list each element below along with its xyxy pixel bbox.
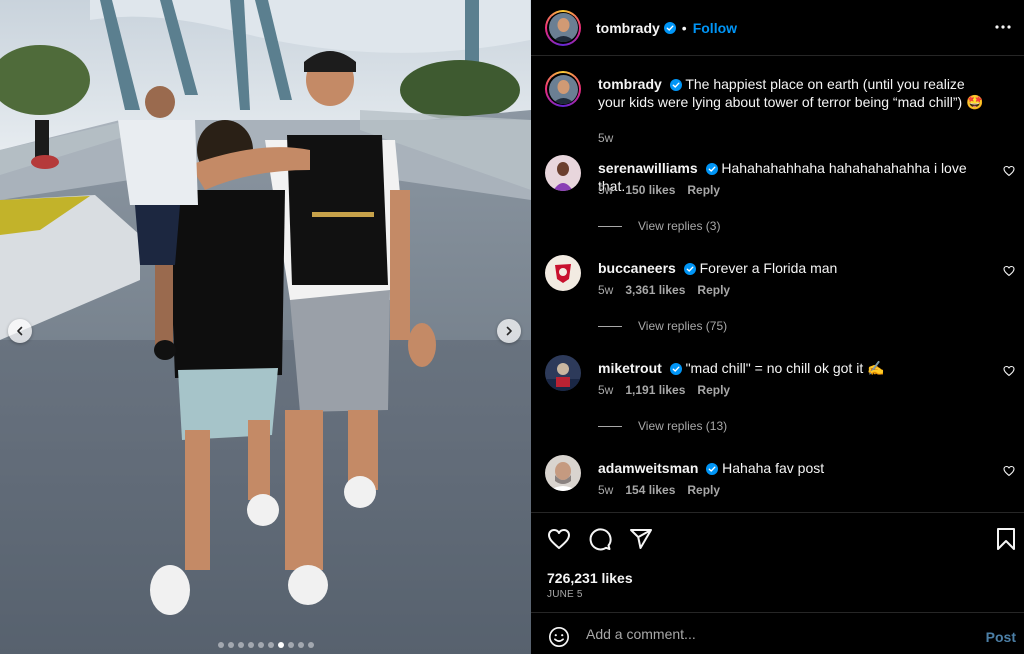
post-date[interactable]: JUNE 5	[547, 589, 583, 600]
share-icon[interactable]	[629, 527, 653, 551]
like-icon[interactable]	[547, 527, 571, 551]
commenter-avatar[interactable]	[545, 155, 581, 191]
carousel-prev-button[interactable]	[8, 319, 32, 343]
comment-body: miketrout "mad chill" = no chill ok got …	[598, 359, 988, 377]
comment-like-icon[interactable]	[1003, 165, 1015, 177]
caption-avatar[interactable]	[545, 71, 581, 107]
comment-username[interactable]: adamweitsman	[598, 460, 698, 476]
commenter-avatar[interactable]	[545, 355, 581, 391]
more-options-icon[interactable]	[994, 18, 1012, 36]
view-replies-button[interactable]: View replies (75)	[598, 319, 727, 333]
verified-badge-icon	[669, 363, 682, 375]
view-replies-button[interactable]: View replies (13)	[598, 419, 727, 433]
comment-text: Forever a Florida man	[699, 260, 838, 276]
author-avatar[interactable]	[545, 9, 581, 46]
carousel-dot	[247, 642, 254, 648]
verified-badge-icon	[669, 79, 682, 91]
verified-badge-icon	[683, 263, 696, 275]
carousel-dot	[227, 642, 234, 648]
commenter-avatar[interactable]	[545, 255, 581, 291]
commenter-avatar[interactable]	[545, 455, 581, 491]
carousel-dot	[307, 642, 314, 648]
avatar-image	[545, 455, 581, 491]
avatar-image	[545, 255, 581, 291]
comment-like-icon[interactable]	[1003, 465, 1015, 477]
comment-like-icon[interactable]	[1003, 265, 1015, 277]
replies-line	[598, 225, 622, 227]
comment-like-icon[interactable]	[1003, 365, 1015, 377]
add-comment-input[interactable]	[586, 623, 966, 645]
comment-text: "mad chill" = no chill ok got it ✍️	[685, 360, 885, 376]
comment-meta: 5w 150 likes Reply	[598, 183, 720, 197]
carousel-dot	[297, 642, 304, 648]
comment-likes[interactable]: 1,191 likes	[625, 383, 685, 397]
carousel-next-button[interactable]	[497, 319, 521, 343]
author-username[interactable]: tombrady	[596, 20, 660, 36]
emoji-icon[interactable]	[548, 626, 570, 648]
follow-button[interactable]: Follow	[693, 20, 737, 36]
comment-meta: 5w 154 likes Reply	[598, 483, 720, 497]
carousel-dot	[257, 642, 264, 648]
post-side-panel: tombrady • Follow tombrady The happiest …	[531, 0, 1024, 654]
comments-list[interactable]: tombrady The happiest place on earth (un…	[531, 57, 1024, 511]
comment-reply-button[interactable]: Reply	[697, 383, 730, 397]
save-bookmark-icon[interactable]	[996, 527, 1016, 551]
caption-username[interactable]: tombrady	[598, 76, 662, 92]
carousel-indicator	[0, 642, 531, 648]
comment-composer: Post	[531, 612, 1024, 654]
carousel-dot	[237, 642, 244, 648]
caption-time: 5w	[598, 131, 614, 145]
photo-image	[0, 0, 531, 654]
verified-badge-icon	[663, 21, 676, 34]
comment-reply-button[interactable]: Reply	[697, 283, 730, 297]
view-replies-label: View replies (13)	[638, 419, 728, 433]
comment-likes[interactable]: 154 likes	[625, 483, 675, 497]
chevron-right-icon	[506, 326, 512, 336]
avatar-image	[545, 355, 581, 391]
view-replies-button[interactable]: View replies (3)	[598, 219, 720, 233]
view-replies-label: View replies (3)	[638, 219, 721, 233]
comment-meta: 5w 1,191 likes Reply	[598, 383, 730, 397]
comment-text: Hahaha fav post	[722, 460, 825, 476]
post-actions: 726,231 likes JUNE 5	[531, 512, 1024, 612]
header-separator: •	[681, 19, 687, 36]
comment-likes[interactable]: 3,361 likes	[625, 283, 685, 297]
carousel-dot	[287, 642, 294, 648]
post-comment-button[interactable]: Post	[986, 629, 1016, 645]
avatar-image	[545, 155, 581, 191]
caption-body: tombrady The happiest place on earth (un…	[598, 75, 988, 111]
comment-reply-button[interactable]: Reply	[687, 183, 720, 197]
comment-time: 5w	[598, 183, 614, 197]
carousel-dot	[217, 642, 224, 648]
carousel-dot	[267, 642, 274, 648]
comment-username[interactable]: serenawilliams	[598, 160, 698, 176]
comment-username[interactable]: buccaneers	[598, 260, 676, 276]
replies-line	[598, 425, 622, 427]
comment-time: 5w	[598, 383, 614, 397]
comment-body: buccaneers Forever a Florida man	[598, 259, 988, 277]
avatar-image	[548, 13, 578, 42]
comment-icon[interactable]	[588, 527, 612, 551]
comment-time: 5w	[598, 283, 614, 297]
comment-time: 5w	[598, 483, 614, 497]
verified-badge-icon	[705, 163, 718, 175]
avatar-image	[548, 74, 578, 104]
verified-badge-icon	[706, 463, 719, 475]
like-count[interactable]: 726,231 likes	[547, 570, 633, 586]
comment-username[interactable]: miketrout	[598, 360, 662, 376]
view-replies-label: View replies (75)	[638, 319, 728, 333]
comment-likes[interactable]: 150 likes	[625, 183, 675, 197]
post-photo[interactable]	[0, 0, 531, 654]
carousel-dot	[277, 642, 284, 648]
post-header: tombrady • Follow	[531, 0, 1024, 56]
caption-meta: 5w	[598, 131, 613, 145]
replies-line	[598, 325, 622, 327]
chevron-left-icon	[17, 326, 23, 336]
comment-body: adamweitsman Hahaha fav post	[598, 459, 988, 477]
comment-meta: 5w 3,361 likes Reply	[598, 283, 730, 297]
comment-reply-button[interactable]: Reply	[687, 483, 720, 497]
